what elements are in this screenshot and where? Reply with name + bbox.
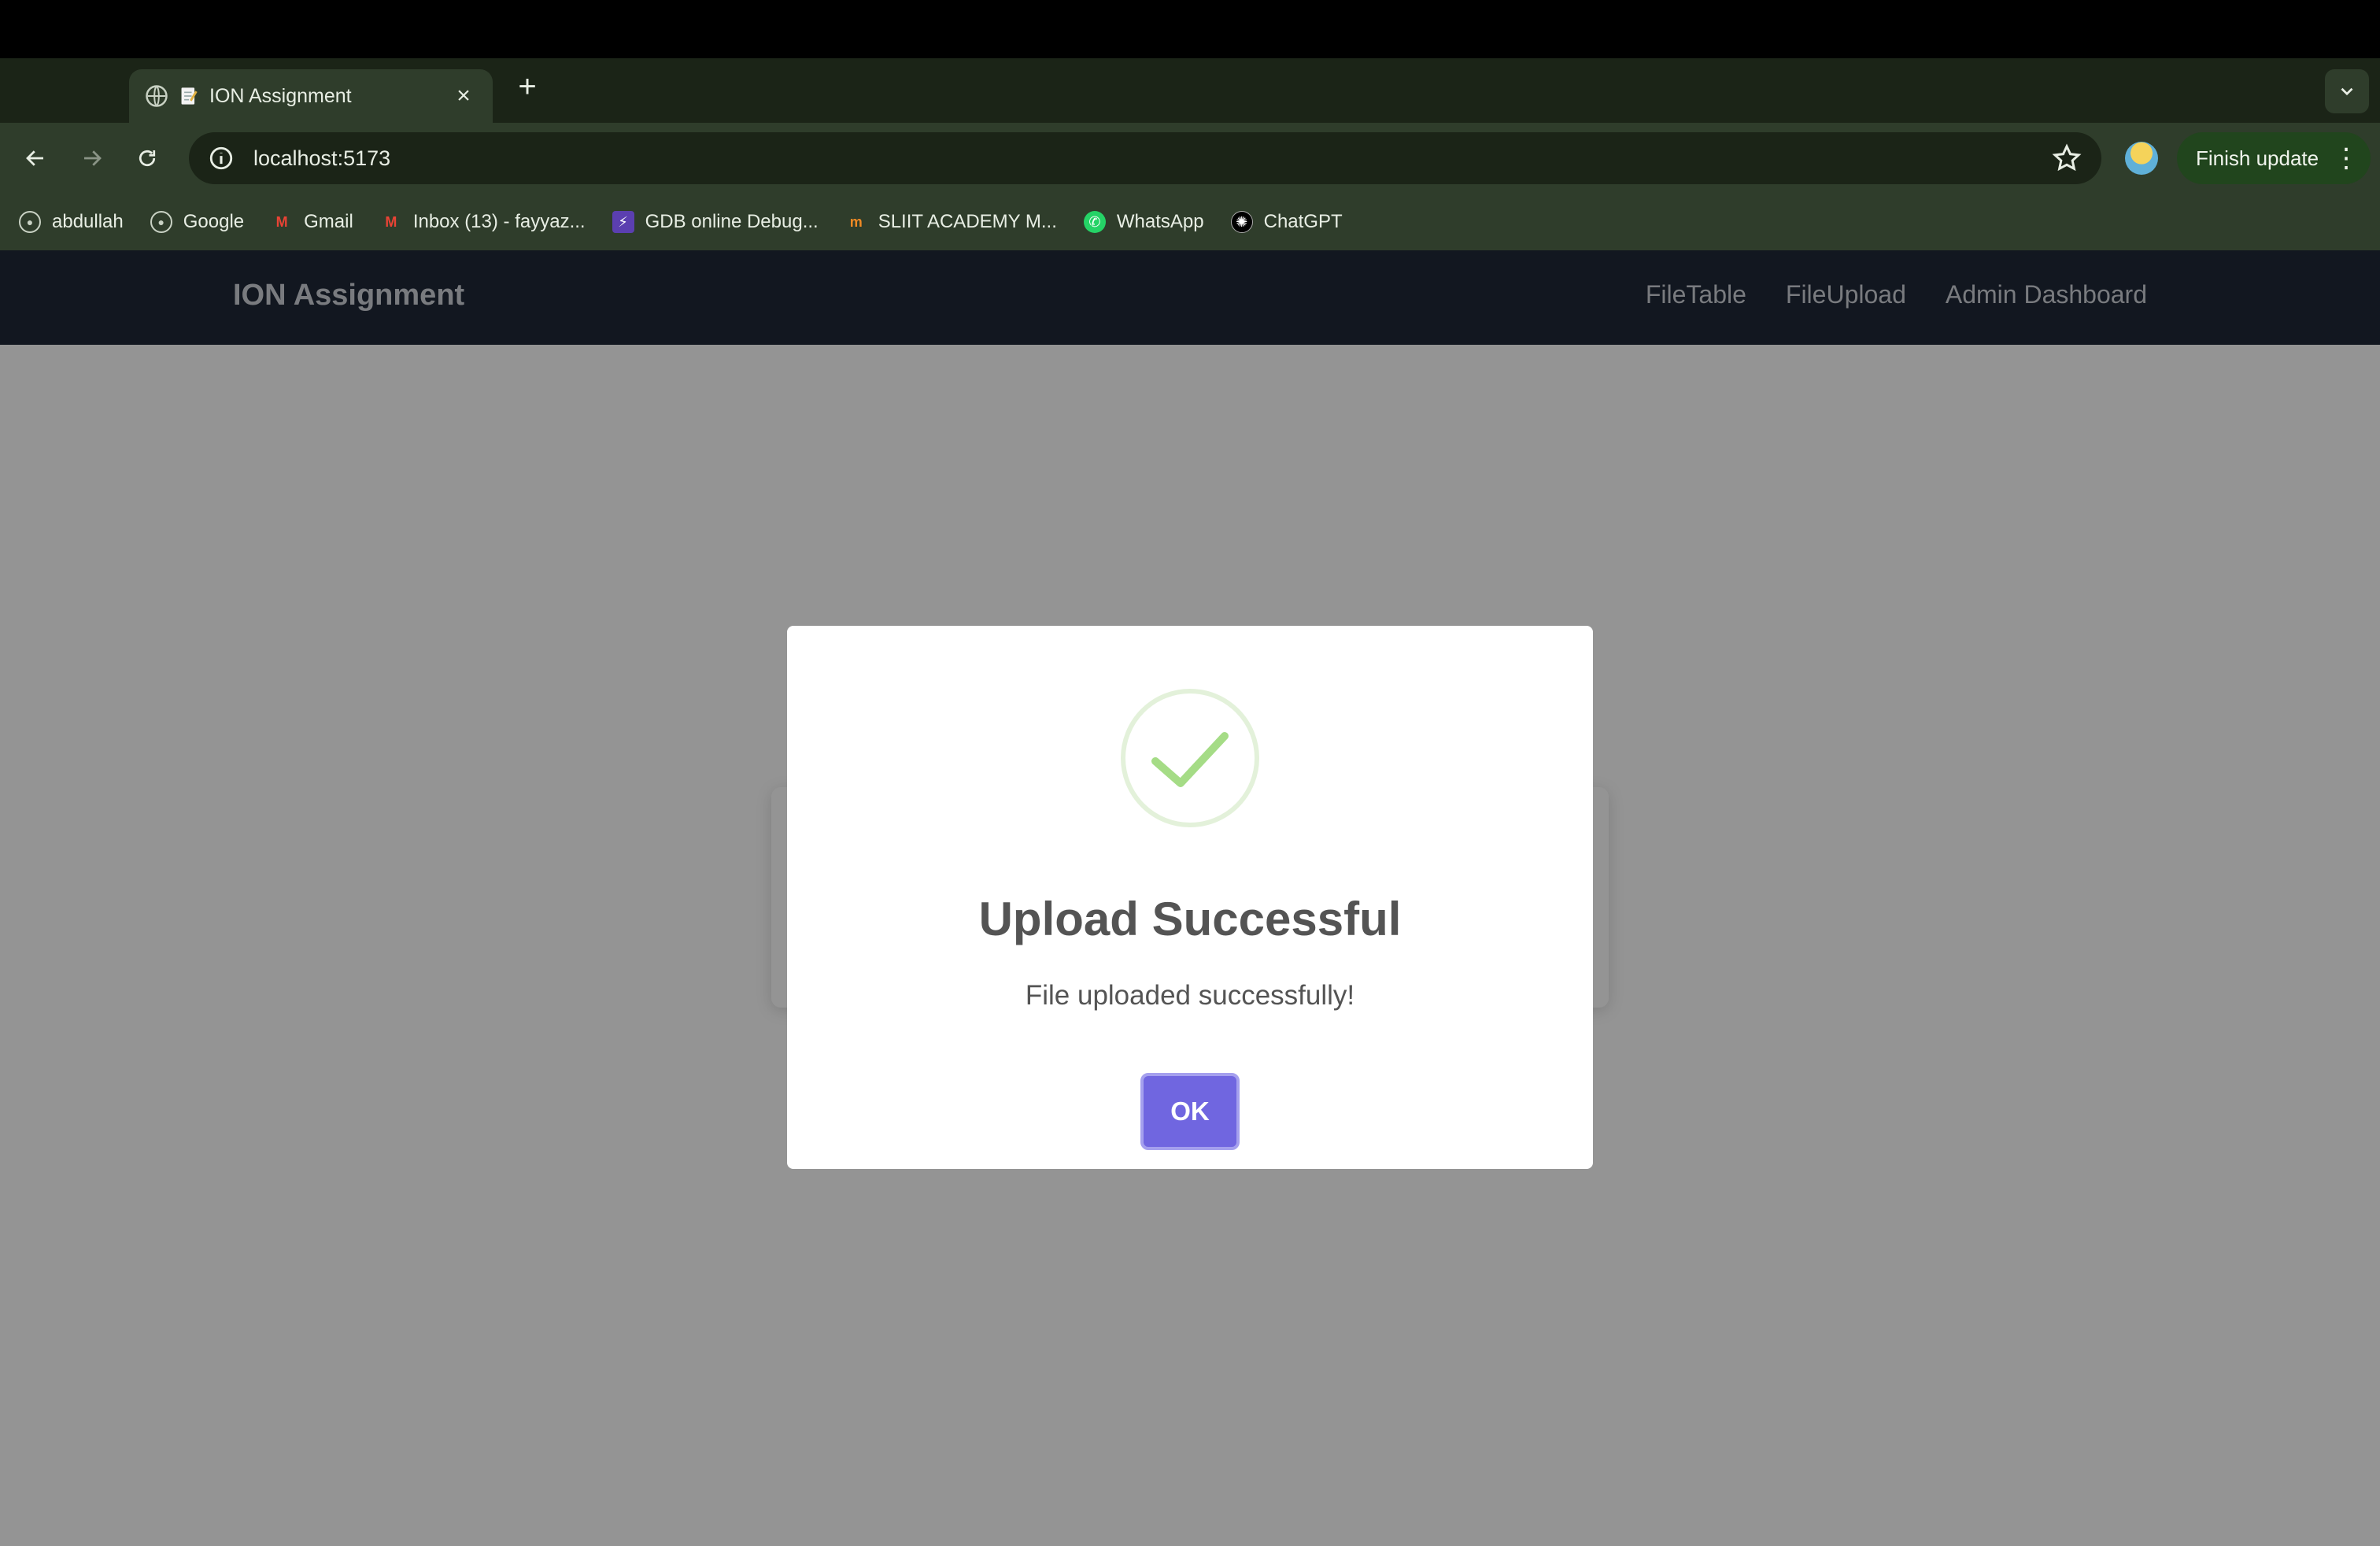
bookmark-label: Inbox (13) - fayyaz...: [412, 211, 586, 232]
whatsapp-icon: ✆: [1083, 211, 1106, 233]
arrow-right-icon: [84, 150, 102, 166]
ok-button[interactable]: OK: [1140, 1073, 1240, 1150]
address-bar[interactable]: localhost:5173: [189, 132, 2101, 184]
bookmark-chatgpt[interactable]: ✺ ChatGPT: [1230, 211, 1343, 233]
reload-icon: [139, 150, 156, 167]
tab-title: ION Assignment: [209, 84, 352, 107]
globe-icon: [146, 85, 168, 107]
memo-icon: [181, 87, 198, 105]
finish-update-label: Finish update: [2196, 146, 2319, 170]
bookmark-google[interactable]: ● Google: [150, 211, 244, 233]
bookmark-star-icon[interactable]: [2051, 142, 2082, 174]
reload-button[interactable]: [128, 139, 167, 178]
globe-icon: ●: [19, 211, 41, 233]
bookmark-label: GDB online Debug...: [645, 211, 819, 232]
forward-button[interactable]: [72, 139, 112, 178]
site-info-icon[interactable]: [208, 145, 235, 172]
bookmark-label: ChatGPT: [1263, 211, 1343, 232]
screen-top-bar: [0, 0, 2380, 58]
browser-toolbar: localhost:5173 Finish update ⋮: [0, 123, 2380, 194]
browser-tab[interactable]: ION Assignment ×: [129, 69, 493, 123]
success-dialog: Upload Successful File uploaded successf…: [787, 626, 1593, 1169]
bookmark-gdb[interactable]: ⚡ GDB online Debug...: [612, 211, 819, 233]
success-check-icon: [1121, 689, 1259, 827]
finish-update-button[interactable]: Finish update ⋮: [2177, 132, 2371, 184]
page-viewport: ION Assignment FileTable FileUpload Admi…: [0, 250, 2380, 1546]
gmail-icon: M: [275, 213, 288, 230]
arrow-left-icon: [26, 150, 43, 166]
bookmark-label: abdullah: [52, 211, 124, 232]
bookmark-whatsapp[interactable]: ✆ WhatsApp: [1083, 211, 1204, 233]
bookmark-gmail[interactable]: M Gmail: [271, 211, 353, 233]
sliit-icon: m: [849, 213, 863, 230]
bookmarks-bar: ● abdullah ● Google M Gmail M Inbox (13)…: [0, 194, 2380, 250]
bookmark-label: WhatsApp: [1116, 211, 1204, 232]
bookmark-label: SLIIT ACADEMY M...: [878, 211, 1057, 232]
bookmark-inbox[interactable]: M Inbox (13) - fayyaz...: [380, 211, 586, 233]
dialog-title: Upload Successful: [978, 893, 1402, 945]
bookmark-label: Google: [183, 211, 245, 232]
more-menu-icon[interactable]: ⋮: [2333, 145, 2360, 172]
tab-strip: ION Assignment × +: [0, 58, 2380, 123]
bookmark-label: Gmail: [304, 211, 353, 232]
close-tab-icon[interactable]: ×: [450, 83, 477, 109]
dialog-message: File uploaded successfully!: [1025, 980, 1355, 1011]
bookmark-sliit[interactable]: m SLIIT ACADEMY M...: [845, 211, 1057, 233]
url-text[interactable]: localhost:5173: [253, 146, 2051, 171]
gmail-icon: M: [385, 213, 397, 230]
back-button[interactable]: [16, 139, 55, 178]
globe-icon: ●: [150, 211, 172, 233]
gdb-icon: ⚡: [612, 211, 634, 233]
chevron-down-icon: [2341, 87, 2353, 96]
new-tab-icon[interactable]: +: [510, 69, 545, 104]
bookmark-abdullah[interactable]: ● abdullah: [19, 211, 124, 233]
chatgpt-icon: ✺: [1230, 211, 1253, 233]
tab-search-button[interactable]: [2325, 69, 2369, 113]
profile-avatar[interactable]: [2125, 142, 2158, 175]
